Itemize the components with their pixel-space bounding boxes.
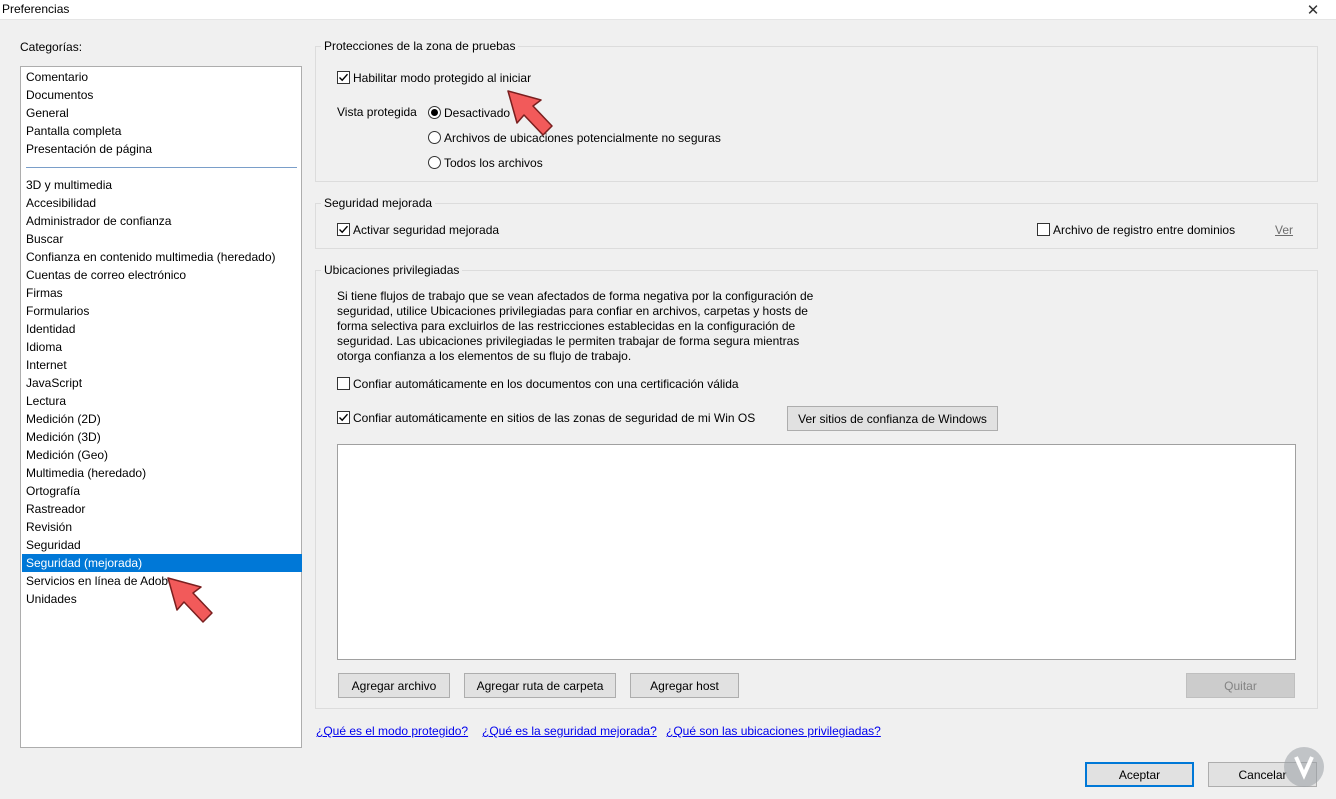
category-item[interactable]: Medición (2D) — [22, 410, 302, 428]
category-item[interactable]: Confianza en contenido multimedia (hered… — [22, 248, 302, 266]
sandbox-group-title: Protecciones de la zona de pruebas — [321, 39, 519, 53]
radio-desactivado-label: Desactivado — [444, 106, 511, 120]
activate-enhanced-security-checkbox[interactable] — [337, 223, 350, 236]
category-item[interactable]: Formularios — [22, 302, 302, 320]
category-divider — [26, 167, 297, 168]
checkmark-icon — [339, 413, 349, 422]
remove-button: Quitar — [1186, 673, 1295, 698]
category-item[interactable]: 3D y multimedia — [22, 176, 302, 194]
category-item[interactable]: Ortografía — [22, 482, 302, 500]
category-item[interactable]: Medición (3D) — [22, 428, 302, 446]
radio-desactivado[interactable] — [428, 106, 441, 119]
window-title: Preferencias — [2, 2, 70, 16]
category-item-pantalla-completa[interactable]: Pantalla completa — [22, 122, 302, 140]
view-windows-trusted-sites-button[interactable]: Ver sitios de confianza de Windows — [787, 406, 998, 431]
privileged-locations-help-link[interactable]: ¿Qué son las ubicaciones privilegiadas? — [666, 724, 881, 738]
category-item[interactable]: Revisión — [22, 518, 302, 536]
close-icon: ✕ — [1306, 2, 1320, 19]
category-item[interactable]: Medición (Geo) — [22, 446, 302, 464]
watermark-logo — [1284, 747, 1324, 787]
privileged-locations-group-title: Ubicaciones privilegiadas — [321, 263, 463, 277]
description-line: forma selectiva para excluirlos de las r… — [337, 319, 796, 333]
annotation-arrow-icon — [167, 577, 213, 623]
description-line: seguridad, utilice Ubicaciones privilegi… — [337, 304, 808, 318]
trust-certified-label: Confiar automáticamente en los documento… — [353, 377, 739, 391]
privileged-locations-list[interactable] — [337, 444, 1296, 660]
title-bar: Preferencias ✕ — [0, 0, 1336, 20]
description-line: seguridad. Las ubicaciones privilegiadas… — [337, 334, 800, 348]
ok-button[interactable]: Aceptar — [1085, 762, 1194, 787]
add-file-button[interactable]: Agregar archivo — [338, 673, 450, 698]
radio-unsafe-locations-label: Archivos de ubicaciones potencialmente n… — [444, 131, 721, 145]
category-item-presentacion[interactable]: Presentación de página — [22, 140, 302, 158]
view-log-link[interactable]: Ver — [1275, 223, 1293, 237]
category-item[interactable]: Buscar — [22, 230, 302, 248]
category-item[interactable]: Administrador de confianza — [22, 212, 302, 230]
category-item[interactable]: Internet — [22, 356, 302, 374]
protected-mode-help-link[interactable]: ¿Qué es el modo protegido? — [316, 724, 468, 738]
category-item[interactable]: Servicios en línea de Adobe — [22, 572, 302, 590]
category-item[interactable]: Accesibilidad — [22, 194, 302, 212]
crossdomain-log-label: Archivo de registro entre dominios — [1053, 223, 1236, 237]
category-item[interactable]: Cuentas de correo electrónico — [22, 266, 302, 284]
categories-heading: Categorías: — [20, 40, 83, 54]
category-item[interactable]: Firmas — [22, 284, 302, 302]
category-item[interactable]: Lectura — [22, 392, 302, 410]
crossdomain-log-checkbox[interactable] — [1037, 223, 1050, 236]
privileged-description: Si tiene flujos de trabajo que se vean a… — [337, 289, 817, 364]
category-list[interactable]: Comentario Documentos General Pantalla c… — [20, 66, 302, 748]
trust-os-zones-checkbox[interactable] — [337, 411, 350, 424]
trust-certified-checkbox[interactable] — [337, 377, 350, 390]
add-folder-path-button[interactable]: Agregar ruta de carpeta — [464, 673, 616, 698]
radio-all-files-label: Todos los archivos — [444, 156, 543, 170]
category-item[interactable]: Idioma — [22, 338, 302, 356]
activate-enhanced-security-label: Activar seguridad mejorada — [353, 223, 500, 237]
category-item-comentario[interactable]: Comentario — [22, 68, 302, 86]
protected-view-label: Vista protegida — [337, 105, 417, 119]
add-host-button[interactable]: Agregar host — [630, 673, 739, 698]
category-item[interactable]: Multimedia (heredado) — [22, 464, 302, 482]
trust-os-zones-label: Confiar automáticamente en sitios de las… — [353, 411, 756, 425]
description-line: Si tiene flujos de trabajo que se vean a… — [337, 289, 814, 303]
enhanced-security-help-link[interactable]: ¿Qué es la seguridad mejorada? — [482, 724, 657, 738]
category-item-selected[interactable]: Seguridad (mejorada) — [22, 554, 302, 572]
radio-unsafe-locations[interactable] — [428, 131, 441, 144]
enhanced-security-group-title: Seguridad mejorada — [321, 196, 436, 210]
annotation-arrow-icon — [507, 90, 553, 136]
enable-protected-mode-checkbox[interactable] — [337, 71, 350, 84]
description-line: otorga confianza a los elementos de su f… — [337, 349, 632, 363]
category-item-documentos[interactable]: Documentos — [22, 86, 302, 104]
checkmark-icon — [339, 225, 349, 234]
enable-protected-mode-label: Habilitar modo protegido al iniciar — [353, 71, 532, 85]
radio-all-files[interactable] — [428, 156, 441, 169]
category-item[interactable]: Unidades — [22, 590, 302, 608]
category-item[interactable]: Rastreador — [22, 500, 302, 518]
checkmark-icon — [339, 73, 349, 82]
category-item[interactable]: JavaScript — [22, 374, 302, 392]
category-item[interactable]: Identidad — [22, 320, 302, 338]
category-item[interactable]: Seguridad — [22, 536, 302, 554]
close-button[interactable]: ✕ — [1290, 0, 1336, 20]
category-item-general[interactable]: General — [22, 104, 302, 122]
